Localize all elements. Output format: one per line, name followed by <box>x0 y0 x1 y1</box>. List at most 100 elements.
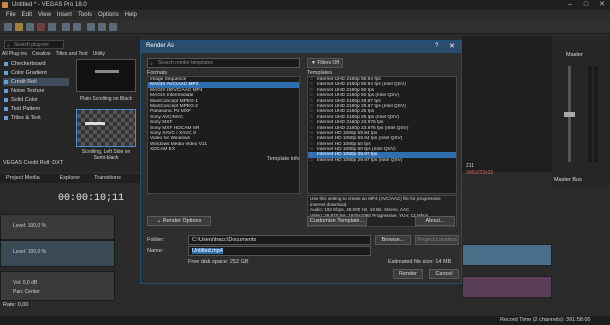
track-header-audio[interactable]: Vol: 0,0 dB Pan: Center <box>0 271 115 301</box>
filters-button[interactable]: ▼ Filters Off <box>307 58 343 68</box>
formats-list[interactable]: Image Sequence MAGIX AVC/AAC MP4 MAGIX H… <box>147 76 300 194</box>
paste-icon[interactable] <box>109 23 117 31</box>
plugin-item-credit-roll[interactable]: Credit Roll <box>3 78 69 86</box>
plugin-search-input[interactable]: ⌕ Search plug-ins <box>4 40 64 49</box>
master-bus-panel: Master Master Bus <box>552 36 610 186</box>
timeline-clip-right-video[interactable] <box>462 244 552 266</box>
template-search-input[interactable]: ⌕ Search render templates <box>147 58 300 68</box>
help-button[interactable]: ? <box>435 43 438 49</box>
dialog-title: Render As <box>146 43 175 49</box>
preset-title: VEGAS Credit Roll: DXT <box>3 160 64 166</box>
search-icon: ⌕ <box>150 61 153 67</box>
preset-thumb-image <box>95 70 119 73</box>
plugin-tabs: All Plug-ins Creative Titles and Text Ut… <box>2 51 138 59</box>
menu-edit[interactable]: Edit <box>22 12 32 18</box>
track-pan: Pan: Center <box>13 289 40 295</box>
open-icon[interactable] <box>15 23 23 31</box>
preset-caption: Scrolling, Left Side on Semi-black <box>81 149 131 161</box>
folder-label: Folder: <box>147 237 165 243</box>
window-title: Untitled * - VEGAS Pro 18.0 <box>12 2 87 8</box>
copy-icon[interactable] <box>98 23 106 31</box>
plugin-item-color-gradient[interactable]: Color Gradient <box>3 69 69 77</box>
folder-input[interactable]: C:\Users\tracc\Documents <box>188 235 371 245</box>
close-icon[interactable]: ✕ <box>449 42 455 50</box>
plugin-item-checkerboard[interactable]: Checkerboard <box>3 60 69 68</box>
template-item[interactable]: Internet HD 1080p 29.97 fps (Intel QSV) <box>308 158 456 163</box>
record-time: Record Time (2 channels): 391:58:00 <box>500 317 591 323</box>
preset-caption: Plain Scrolling on Black <box>79 96 133 102</box>
window-titlebar: Untitled * - VEGAS Pro 18.0 – □ ✕ <box>0 0 610 10</box>
render-as-dialog: Render As ? ✕ ⌕ Search render templates … <box>140 40 462 284</box>
plugin-item-test-pattern[interactable]: Test Pattern <box>3 105 69 113</box>
name-input-selection: Untitled.mp4 <box>192 248 223 254</box>
master-fader-handle[interactable] <box>564 112 575 117</box>
cut-icon[interactable] <box>87 23 95 31</box>
render-icon[interactable] <box>37 23 45 31</box>
meter-left <box>588 66 592 162</box>
menu-help[interactable]: Help <box>125 12 137 18</box>
estimated-file-size: Estimated file size: 14 MB <box>388 259 452 265</box>
meter-right <box>594 66 598 162</box>
menu-tools[interactable]: Tools <box>78 12 92 18</box>
cancel-button[interactable]: Cancel <box>429 269 459 279</box>
dialog-titlebar: Render As ? ✕ <box>141 41 461 53</box>
menu-insert[interactable]: Insert <box>57 12 72 18</box>
maximize-icon[interactable]: □ <box>578 0 594 10</box>
preset-thumb-image <box>85 122 105 125</box>
redo-icon[interactable] <box>73 23 81 31</box>
preview-size-label: 396x223x32 <box>466 170 494 176</box>
menu-file[interactable]: File <box>6 12 16 18</box>
templates-list[interactable]: Internet UHD 2160p 59.94 fps Internet UH… <box>307 76 457 194</box>
tab-utility[interactable]: Utility <box>93 51 105 59</box>
new-project-icon[interactable] <box>4 23 12 31</box>
settings-icon[interactable] <box>48 23 56 31</box>
save-icon[interactable] <box>26 23 34 31</box>
about-button[interactable]: About... <box>415 216 455 226</box>
master-bus-label: Master Bus <box>554 177 582 183</box>
track-level: Level: 100,0 % <box>13 223 47 229</box>
menu-view[interactable]: View <box>38 12 51 18</box>
preset-thumb-left-side[interactable] <box>76 109 136 147</box>
timecode-display: 00:00:10;11 <box>58 193 125 204</box>
search-icon: ⌕ <box>7 43 10 49</box>
toolbar <box>0 20 610 34</box>
project-location-button[interactable]: Project Location <box>415 235 459 245</box>
plugin-item-titles-text[interactable]: Titles & Text <box>3 114 69 122</box>
app-icon <box>2 2 8 8</box>
close-icon[interactable]: ✕ <box>594 0 610 10</box>
name-label: Name: <box>147 248 164 254</box>
plugin-item-solid-color[interactable]: Solid Color <box>3 96 69 104</box>
template-info-label: Template info <box>267 156 300 162</box>
undo-icon[interactable] <box>62 23 70 31</box>
track-volume: Vol: 0,0 dB <box>13 280 38 286</box>
track-level: Level: 100,0 % <box>13 249 47 255</box>
template-info-line: Use this setting to create an MP4 (AVC/A… <box>310 196 441 201</box>
customize-template-button[interactable]: Customize Template... <box>307 216 367 226</box>
minimize-icon[interactable]: – <box>562 0 578 10</box>
render-button[interactable]: Render <box>393 269 423 279</box>
tab-transitions[interactable]: Transitions <box>94 174 121 183</box>
rate-label: Rate: 0,00 <box>3 302 29 308</box>
preview-frame-label: 211 <box>466 163 474 169</box>
render-options-button[interactable]: ⌄ Render Options <box>147 216 211 226</box>
video-preview: 211 396x223x32 <box>462 36 552 176</box>
tab-titles-and-text[interactable]: Titles and Text <box>56 51 88 59</box>
status-bar: Record Time (2 channels): 391:58:00 <box>0 316 610 325</box>
tab-all-plugins[interactable]: All Plug-ins <box>2 51 27 59</box>
browse-button[interactable]: Browse... <box>375 235 411 245</box>
menu-bar: File Edit View Insert Tools Options Help <box>0 10 610 20</box>
menu-options[interactable]: Options <box>98 12 119 18</box>
free-disk-space: Free disk space: 252 GB <box>188 259 249 265</box>
format-item[interactable]: XDCAM EX <box>148 147 299 152</box>
master-title: Master <box>566 52 583 58</box>
plugin-item-noise-texture[interactable]: Noise Texture <box>3 87 69 95</box>
tab-project-media[interactable]: Project Media <box>6 174 40 183</box>
track-header-video-1[interactable]: Level: 100,0 % <box>0 214 115 240</box>
preset-thumb-plain-scrolling[interactable] <box>76 59 136 92</box>
tab-creative[interactable]: Creative <box>32 51 51 59</box>
timeline-clip-right[interactable] <box>462 276 552 298</box>
panel-tabs: Project Media Explorer Transitions <box>0 174 140 183</box>
name-input[interactable]: Untitled.mp4 <box>188 246 371 256</box>
tab-explorer[interactable]: Explorer <box>60 174 80 183</box>
track-header-video-2[interactable]: Level: 100,0 % <box>0 240 115 267</box>
